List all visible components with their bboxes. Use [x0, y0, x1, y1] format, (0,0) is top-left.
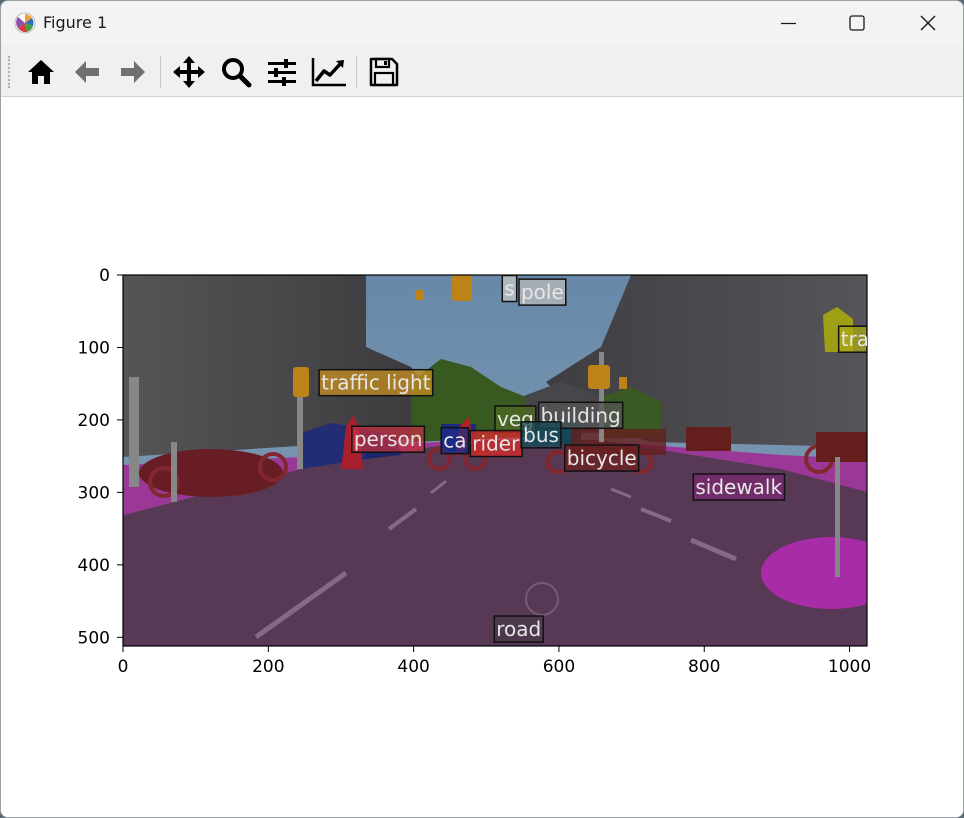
segment-label: traffic light [318, 368, 434, 397]
segment-label-text: road [496, 617, 541, 641]
arrow-right-icon [121, 61, 145, 83]
segment-label: tra [837, 325, 869, 353]
segmentation-image [123, 275, 867, 646]
move-icon [173, 56, 205, 88]
y-axis: 0 100 200 300 400 500 [78, 266, 123, 648]
segment-label-text: sidewalk [695, 475, 782, 499]
magnifier-icon [222, 58, 252, 88]
floppy-disk-icon [369, 57, 399, 87]
segment-label-text: pole [521, 280, 564, 304]
segment-label-text: bus [523, 423, 559, 447]
matplotlib-icon [14, 12, 36, 34]
x-axis: 0 200 400 600 800 1000 [118, 646, 871, 677]
y-tick-label: 400 [78, 556, 110, 576]
x-tick-label: 400 [397, 657, 429, 677]
edit-axes-button[interactable] [311, 54, 347, 90]
segment-label: bus [520, 421, 562, 449]
minimize-button[interactable] [765, 1, 811, 46]
minimize-icon [781, 22, 796, 25]
y-tick-label: 200 [78, 411, 110, 431]
y-tick-label: 300 [78, 483, 110, 503]
plot-svg[interactable]: 0 200 400 600 800 1000 0 100 200 300 400 500 s pole… [1, 97, 963, 817]
line-chart-icon [311, 58, 346, 87]
segment-label-text: tra [841, 327, 869, 351]
home-button[interactable] [23, 54, 59, 90]
forward-button[interactable] [115, 54, 151, 90]
segment-label-text: s [504, 276, 514, 300]
toolbar-grip[interactable] [8, 56, 12, 88]
segment-label: person [351, 425, 426, 453]
segment-label: s [501, 274, 518, 303]
close-icon [920, 15, 936, 31]
segment-label: ca [440, 426, 470, 455]
pan-button[interactable] [171, 54, 207, 90]
x-tick-label: 1000 [828, 657, 871, 677]
configure-subplots-button[interactable] [264, 54, 300, 90]
x-tick-label: 600 [543, 657, 575, 677]
segment-label: sidewalk [692, 473, 786, 501]
close-button[interactable] [905, 1, 951, 46]
back-button[interactable] [69, 54, 105, 90]
segment-label: bicycle [564, 444, 640, 472]
x-tick-label: 0 [118, 657, 129, 677]
segment-label-text: person [354, 427, 423, 451]
segment-label: rider [469, 429, 523, 458]
maximize-button[interactable] [833, 1, 879, 46]
zoom-button[interactable] [218, 54, 254, 90]
sliders-icon [268, 59, 296, 86]
segment-label-text: rider [472, 432, 520, 456]
navigation-toolbar [1, 46, 963, 97]
figure-canvas[interactable]: 0 200 400 600 800 1000 0 100 200 300 400 500 s pole… [1, 97, 963, 817]
segment-label: pole [518, 278, 567, 306]
save-button[interactable] [366, 54, 402, 90]
segment-label-text: traffic light [321, 371, 430, 395]
y-tick-label: 0 [99, 266, 110, 286]
segment-label-text: bicycle [567, 446, 637, 470]
figure-window: Figure 1 0 200 400 600 800 1000 0 100 20… [0, 0, 964, 818]
home-icon [28, 60, 54, 84]
arrow-left-icon [75, 61, 99, 83]
segment-label-text: ca [443, 429, 466, 453]
x-tick-label: 200 [252, 657, 284, 677]
maximize-icon [849, 15, 865, 31]
y-tick-label: 100 [78, 338, 110, 358]
toolbar-separator [160, 56, 161, 88]
segment-label: road [493, 615, 545, 643]
title-bar[interactable]: Figure 1 [1, 1, 963, 46]
y-tick-label: 500 [78, 628, 110, 648]
window-title: Figure 1 [43, 13, 108, 32]
toolbar-separator [356, 56, 357, 88]
x-tick-label: 800 [688, 657, 720, 677]
